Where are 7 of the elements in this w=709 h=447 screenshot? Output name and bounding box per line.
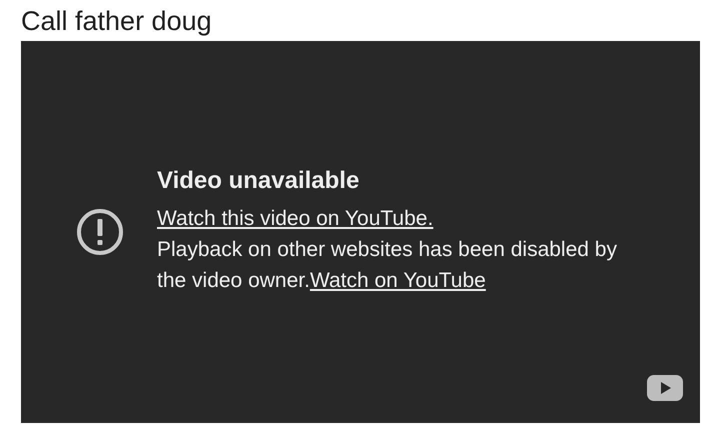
watch-on-youtube-link[interactable]: Watch on YouTube — [310, 269, 486, 292]
play-logo-icon[interactable] — [647, 375, 683, 401]
error-heading: Video unavailable — [157, 166, 360, 196]
page-title: Call father doug — [21, 5, 212, 38]
warning-icon — [76, 208, 124, 256]
error-message: Playback on other websites has been disabled by the video owner.Watch on YouTube — [157, 237, 618, 294]
watch-link[interactable]: Watch this video on YouTube. — [157, 203, 434, 234]
